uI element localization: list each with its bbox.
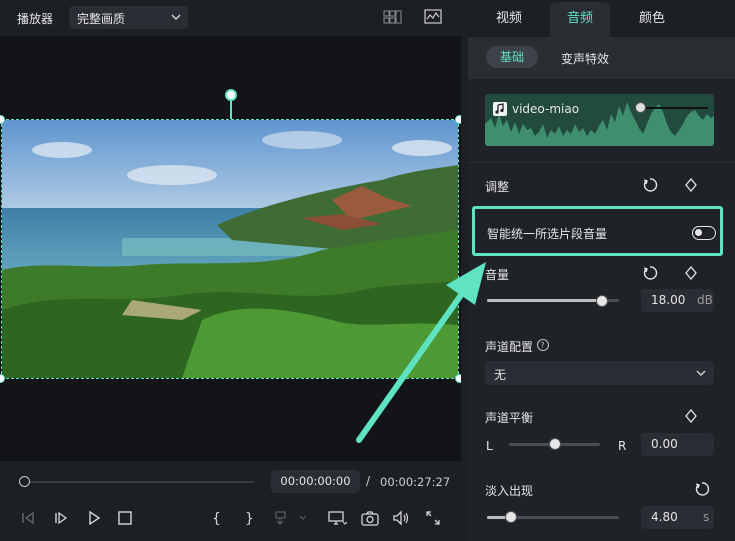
playback-controls: 00:00:00:00 / 00:00:27:27 { } [0,461,461,541]
smart-normalize-toggle[interactable] [692,226,716,240]
help-icon[interactable]: ? [536,338,550,355]
property-panel: 视频 音频 颜色 基础 变声特效 video-miao 调整 智能统一所选片段音… [468,0,735,541]
player-title: 播放器 [17,12,54,26]
audio-subtabs: 基础 变声特效 [468,37,735,79]
audio-clip-waveform[interactable]: video-miao [485,94,714,146]
stop-icon[interactable] [117,510,133,529]
balance-input[interactable]: 0.00 [641,433,714,456]
insert-icon[interactable] [274,510,310,529]
previous-frame-icon[interactable] [20,510,36,529]
grid-view-icon[interactable] [383,9,403,28]
waveform-view-icon[interactable] [424,9,442,28]
balance-slider-knob[interactable] [548,438,561,450]
time-separator: / [366,474,371,488]
svg-text:}: } [245,511,254,526]
player-pane: 播放器 完整画质 00:00:00:00 / 00:00:27:27 {} [0,0,461,541]
channel-config-dropdown[interactable]: 无 [485,361,714,385]
quality-dropdown[interactable]: 完整画质 [69,6,188,29]
balance-right-label: R [618,439,627,453]
fade-in-label: 淡入出现 [485,484,534,498]
volume-reset-icon[interactable] [642,265,658,284]
subtab-basic[interactable]: 基础 [486,46,538,68]
volume-value: 18.00 [651,293,686,307]
svg-text:{: { [212,511,221,526]
music-note-icon [493,102,507,119]
mark-in-icon[interactable]: { [210,510,222,529]
resize-handle-bottom-left[interactable] [0,374,5,383]
panel-tabs: 视频 音频 颜色 [468,0,735,37]
subtab-voice-effects[interactable]: 变声特效 [561,50,609,67]
channel-config-value: 无 [494,368,507,382]
volume-slider-knob[interactable] [595,295,608,307]
smart-normalize-label: 智能统一所选片段音量 [487,227,608,241]
rotate-handle[interactable] [225,89,237,101]
tab-color[interactable]: 颜色 [624,2,680,37]
volume-label: 音量 [485,268,510,282]
player-header: 播放器 完整画质 [0,0,461,36]
smart-normalize-row: 智能统一所选片段音量 [472,206,723,256]
scrub-knob[interactable] [19,476,30,487]
quality-value: 完整画质 [77,12,126,26]
speaker-icon[interactable] [392,510,410,529]
volume-slider-fill [487,299,602,302]
fade-unit: s [703,510,710,524]
tab-audio[interactable]: 音频 [550,2,610,37]
preview-image [2,120,458,378]
volume-keyframe-icon[interactable] [684,265,698,284]
preview-stage[interactable] [0,36,461,461]
volume-unit: dB [697,293,713,307]
next-frame-icon[interactable] [53,510,69,529]
volume-input[interactable]: 18.00 dB [641,289,714,312]
chevron-down-icon [170,9,182,28]
current-time[interactable]: 00:00:00:00 [271,470,360,493]
channel-config-label: 声道配置 [485,340,534,354]
toggle-knob [695,229,702,236]
divider [468,162,735,163]
total-time: 00:00:27:27 [380,475,451,489]
mark-out-icon[interactable]: } [243,510,255,529]
resize-handle-top-right[interactable] [455,115,461,124]
keyframe-diamond-icon[interactable] [684,177,698,196]
fade-value: 4.80 [651,510,678,524]
fade-input[interactable]: 4.80 s [641,506,714,529]
tab-video[interactable]: 视频 [482,2,536,37]
balance-label: 声道平衡 [485,411,534,425]
balance-left-label: L [486,439,493,453]
adjust-title: 调整 [485,180,510,194]
clip-volume-knob[interactable] [635,102,646,113]
resize-handle-bottom-right[interactable] [455,374,461,383]
snapshot-icon[interactable] [361,510,379,529]
balance-value: 0.00 [651,437,678,451]
balance-keyframe-icon[interactable] [684,408,698,427]
scrub-track[interactable] [24,481,254,483]
fade-reset-icon[interactable] [694,481,710,500]
chevron-down-icon [695,365,707,384]
svg-text:?: ? [540,341,544,350]
reset-icon[interactable] [642,177,658,196]
display-icon[interactable] [327,510,348,529]
fade-slider-knob[interactable] [504,511,517,523]
fullscreen-icon[interactable] [425,510,441,529]
clip-name: video-miao [512,102,580,116]
play-icon[interactable] [86,510,102,529]
clip-volume-track[interactable] [642,107,708,109]
